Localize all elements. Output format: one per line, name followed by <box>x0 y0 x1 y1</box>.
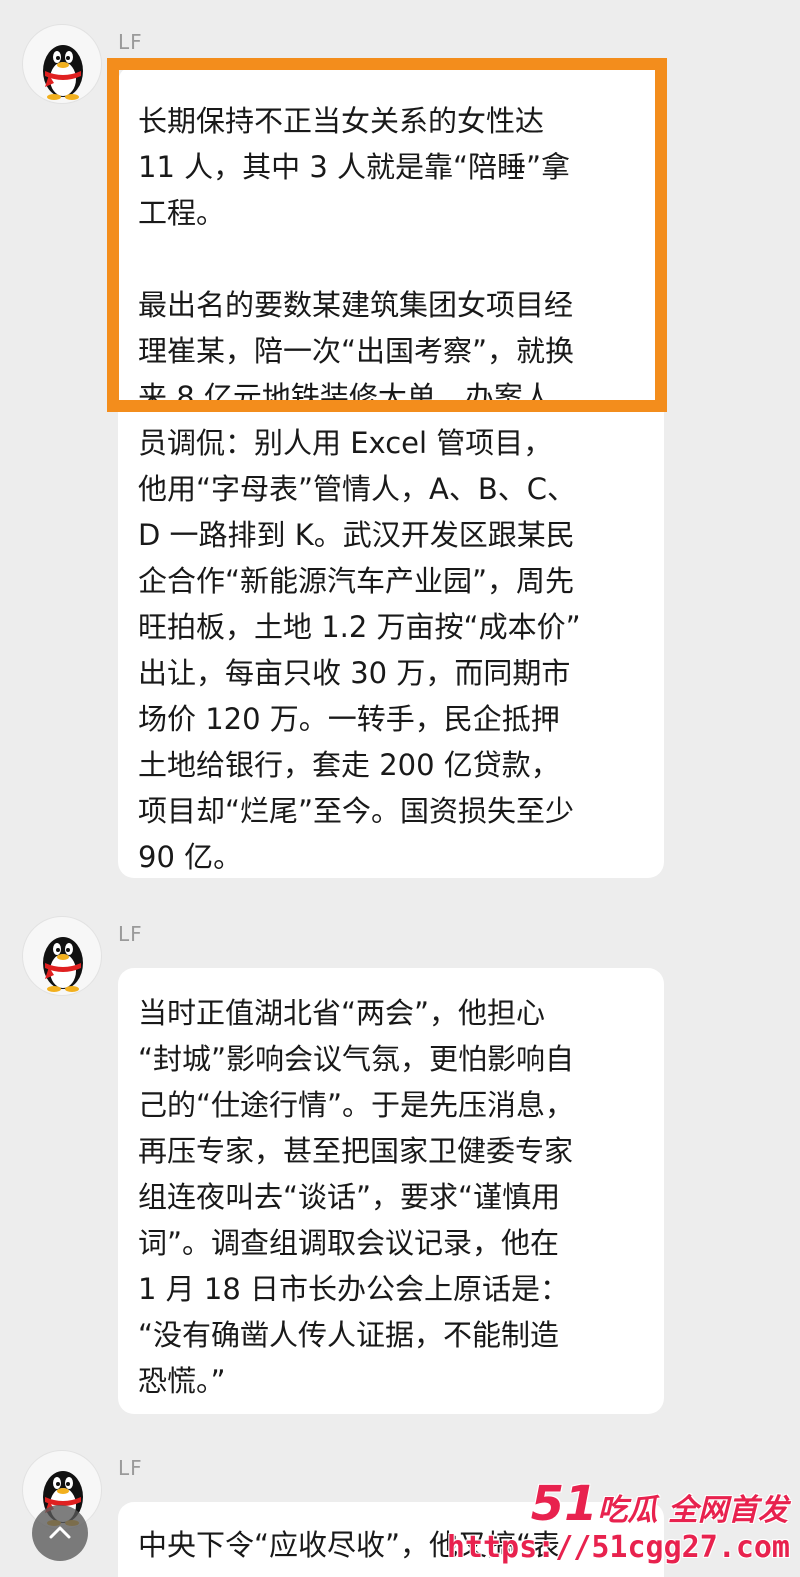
highlight-box <box>107 58 667 412</box>
watermark-url: https://51cgg27.com <box>446 1530 790 1565</box>
watermark-number: 51 <box>530 1476 598 1532</box>
qq-penguin-avatar-icon[interactable] <box>22 916 102 996</box>
sender-name: LF <box>118 30 143 54</box>
sender-name: LF <box>118 1456 143 1480</box>
scroll-up-button[interactable] <box>32 1505 88 1561</box>
sender-name: LF <box>118 922 143 946</box>
message-paragraph: 当时正值湖北省“两会”，他担心 “封城”影响会议气氛，更怕影响自 己的“仕途行情… <box>138 996 575 1398</box>
watermark-text: 吃瓜 全网首发 <box>597 1493 788 1528</box>
watermark-brand: 51吃瓜 全网首发 <box>531 1476 788 1532</box>
qq-penguin-avatar-icon[interactable] <box>22 24 102 104</box>
message-bubble[interactable]: 当时正值湖北省“两会”，他担心 “封城”影响会议气氛，更怕影响自 己的“仕途行情… <box>118 968 664 1414</box>
chevron-up-icon <box>49 1526 71 1539</box>
